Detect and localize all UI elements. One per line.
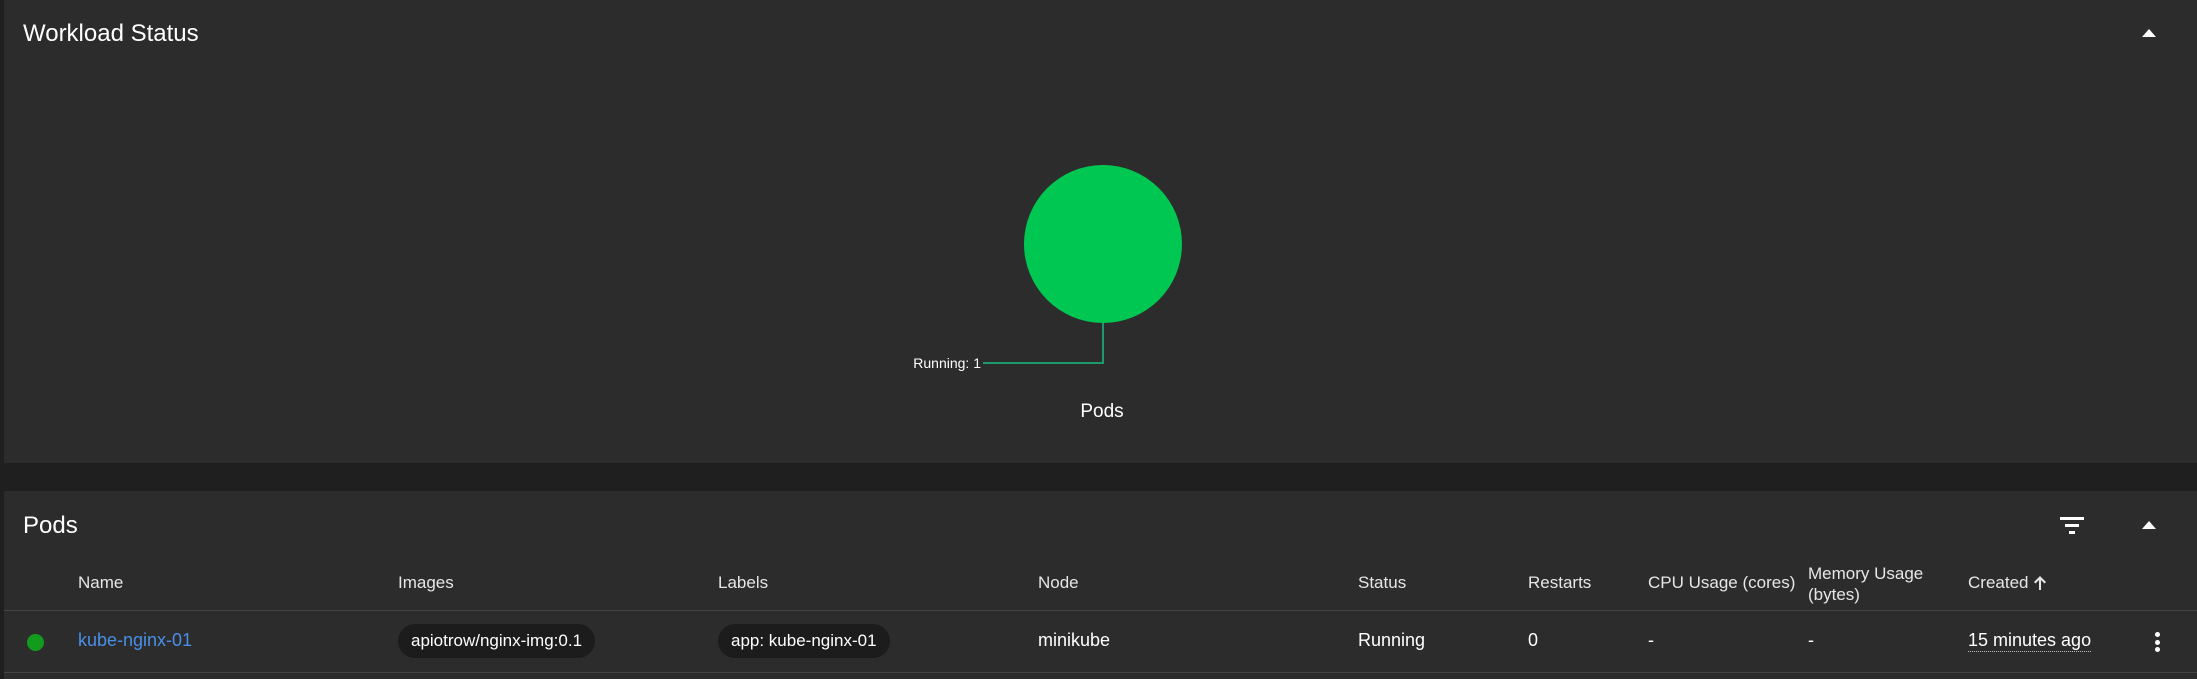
label-chip: app: kube-nginx-01 — [718, 624, 890, 658]
row-actions-button[interactable] — [2147, 630, 2167, 654]
pod-name-link[interactable]: kube-nginx-01 — [78, 630, 192, 651]
column-header-restarts: Restarts — [1528, 573, 1592, 592]
column-header-cpu: CPU Usage (cores) — [1648, 573, 1796, 592]
collapse-pods-button[interactable] — [2139, 515, 2159, 535]
pod-created: 15 minutes ago — [1968, 630, 2092, 652]
more-vert-dot — [2154, 647, 2160, 652]
chart-caption: Pods — [1080, 401, 1124, 422]
column-header-created[interactable]: Created — [1968, 572, 2047, 593]
filter-icon — [2060, 517, 2084, 534]
pod-restarts: 0 — [1528, 630, 1539, 650]
image-chip: apiotrow/nginx-img:0.1 — [398, 624, 596, 658]
header-divider — [4, 610, 2197, 611]
column-header-node[interactable]: Node — [1038, 572, 1079, 593]
filter-button[interactable] — [2057, 513, 2087, 537]
column-header-status: Status — [1358, 573, 1407, 592]
more-vert-dot — [2154, 639, 2160, 645]
row-divider — [4, 672, 2197, 673]
column-header-labels: Labels — [718, 573, 769, 592]
pod-cpu: - — [1648, 630, 1654, 650]
more-vert-icon — [2154, 632, 2160, 637]
pie-slice-running — [1024, 165, 1182, 323]
column-header-name[interactable]: Name — [78, 572, 123, 593]
pod-status: Running — [1358, 630, 1426, 650]
column-header-images: Images — [398, 573, 454, 592]
arrow-up-icon — [2034, 575, 2047, 590]
pods-pie-chart: Running: 1 — [913, 165, 1182, 371]
pods-title: Pods — [23, 512, 78, 539]
column-header-memory-line2: (bytes) — [1808, 585, 1860, 604]
chevron-up-icon — [2142, 521, 2156, 529]
pod-memory: - — [1808, 630, 1814, 650]
column-header-memory: Memory Usage (bytes) — [1808, 563, 1923, 605]
column-header-memory-line1: Memory Usage — [1808, 564, 1924, 583]
pod-node[interactable]: minikube — [1038, 630, 1110, 651]
status-indicator — [27, 634, 44, 651]
running-leader-line — [983, 323, 1104, 364]
column-header-created-label: Created — [1968, 573, 2029, 592]
running-slice-label: Running: 1 — [913, 355, 981, 371]
